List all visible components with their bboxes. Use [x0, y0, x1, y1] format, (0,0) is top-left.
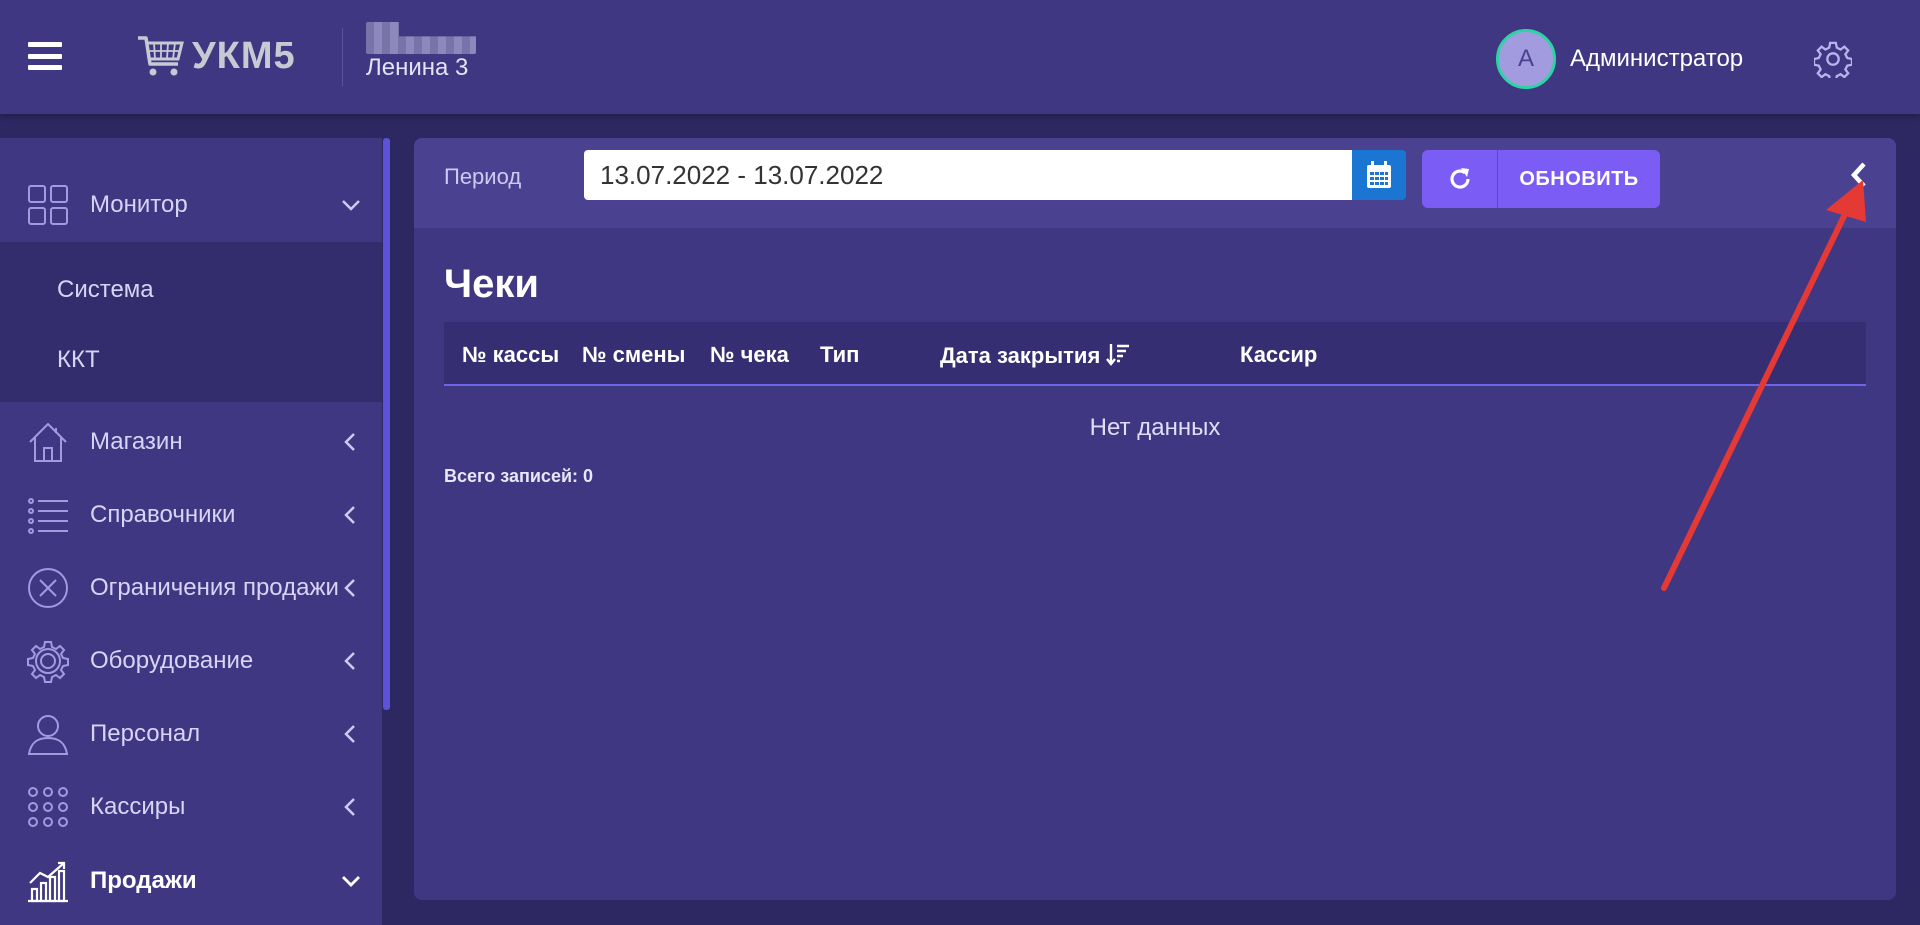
column-header-shift[interactable]: № смены	[582, 342, 685, 368]
top-header: УКМ5 Ленина 3 А Администратор	[0, 0, 1920, 114]
sidebar: Монитор Система ККТ Магазин Справочники	[0, 138, 382, 925]
sidebar-item-label: Кассиры	[90, 793, 186, 820]
column-header-receipt[interactable]: № чека	[710, 342, 789, 368]
close-circle-icon	[28, 568, 68, 608]
list-icon	[28, 498, 68, 534]
user-menu[interactable]: А Администратор	[1496, 28, 1743, 90]
chevron-left-icon	[344, 652, 355, 670]
sidebar-item-staff[interactable]: Персонал	[0, 697, 382, 771]
gear-icon[interactable]	[1814, 40, 1852, 78]
sidebar-item-label: Персонал	[90, 720, 201, 747]
sidebar-item-label: Оборудование	[90, 647, 254, 674]
chevron-left-icon	[344, 579, 355, 597]
hamburger-menu-icon[interactable]	[28, 42, 62, 70]
column-header-label: Дата закрытия	[940, 343, 1101, 368]
chevron-down-icon	[342, 200, 360, 211]
column-header-register[interactable]: № кассы	[462, 342, 559, 368]
column-header-close-date[interactable]: Дата закрытия	[940, 342, 1130, 369]
sidebar-subitem-system[interactable]: Система	[57, 276, 154, 304]
calendar-icon	[1367, 161, 1391, 188]
sidebar-item-cashiers[interactable]: Кассиры	[0, 770, 382, 844]
refresh-button[interactable]: ОБНОВИТЬ	[1422, 150, 1660, 208]
sidebar-item-label: Монитор	[90, 191, 188, 218]
sidebar-subitem-kkt[interactable]: ККТ	[57, 346, 100, 374]
monitor-submenu: Система ККТ	[0, 242, 382, 402]
sidebar-item-store[interactable]: Магазин	[0, 405, 382, 479]
sidebar-item-label: Продажи	[90, 867, 197, 894]
chevron-left-icon	[344, 798, 355, 816]
sidebar-item-equipment[interactable]: Оборудование	[0, 624, 382, 698]
refresh-button-label: ОБНОВИТЬ	[1519, 167, 1639, 190]
redacted-store-title	[366, 22, 476, 54]
column-header-cashier[interactable]: Кассир	[1240, 342, 1317, 368]
store-name: Ленина 3	[366, 54, 469, 81]
chevron-left-icon	[344, 506, 355, 524]
refresh-icon	[1449, 168, 1470, 189]
chart-icon	[28, 861, 68, 903]
home-icon	[29, 422, 67, 462]
cart-icon	[138, 36, 184, 76]
column-header-type[interactable]: Тип	[820, 342, 859, 368]
table-header: № кассы № смены № чека Тип Дата закрытия…	[444, 322, 1866, 386]
logo-text: УКМ5	[192, 34, 296, 77]
filter-bar: Период ОБНОВИТЬ	[414, 138, 1896, 228]
sidebar-item-label: Справочники	[90, 501, 236, 528]
store-selector[interactable]: Ленина 3	[366, 22, 476, 82]
sidebar-item-sale-restrictions[interactable]: Ограничения продажи	[0, 551, 382, 625]
sidebar-item-monitor[interactable]: Монитор	[0, 168, 382, 242]
date-range-input[interactable]	[584, 150, 1352, 200]
calendar-button[interactable]	[1352, 150, 1406, 200]
sidebar-item-label: Магазин	[90, 428, 183, 455]
logo[interactable]: УКМ5	[136, 34, 296, 78]
total-records: Всего записей: 0	[444, 466, 594, 486]
sidebar-scrollbar[interactable]	[383, 138, 390, 710]
chevron-left-icon	[344, 725, 355, 743]
chevron-left-icon	[344, 433, 355, 451]
chevron-down-icon	[342, 876, 360, 887]
keypad-icon	[28, 787, 68, 827]
user-name: Администратор	[1570, 45, 1744, 72]
empty-table-message: Нет данных	[1089, 414, 1221, 441]
avatar[interactable]: А	[1496, 29, 1556, 89]
sidebar-item-sales[interactable]: Продажи	[0, 844, 382, 918]
page-title: Чеки	[444, 262, 539, 306]
period-label: Период	[444, 164, 522, 189]
person-icon	[27, 715, 69, 755]
gear-icon	[27, 641, 69, 683]
chevron-left-icon[interactable]	[1846, 160, 1872, 190]
dashboard-icon	[28, 185, 68, 225]
sidebar-item-label: Ограничения продажи	[90, 574, 339, 601]
header-divider	[342, 28, 343, 86]
receipts-panel: Период ОБНОВИТЬ	[414, 138, 1896, 900]
sidebar-item-references[interactable]: Справочники	[0, 478, 382, 552]
sort-descending-icon	[1106, 344, 1130, 366]
